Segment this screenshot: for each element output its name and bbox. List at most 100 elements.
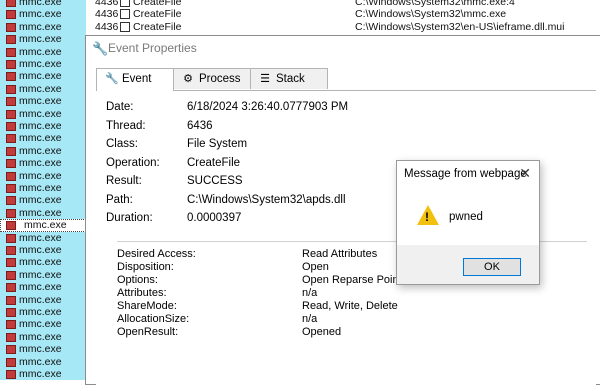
process-name: mmc.exe bbox=[19, 0, 62, 8]
file-system-icon bbox=[120, 21, 130, 32]
process-cell: mmc.exe bbox=[0, 244, 86, 257]
process-icon bbox=[6, 345, 16, 355]
field-value: CreateFile bbox=[187, 156, 241, 169]
stack-icon: ☰ bbox=[260, 73, 270, 85]
warning-mark: ! bbox=[425, 210, 429, 224]
process-name: mmc.exe bbox=[19, 33, 62, 46]
process-name: mmc.exe bbox=[19, 355, 62, 368]
process-cell: mmc.exe bbox=[0, 70, 86, 83]
process-cell: mmc.exe bbox=[0, 231, 86, 244]
tab-label: Process bbox=[199, 73, 241, 85]
list-row[interactable]: mmc.exe 4436 CreateFile C:\Windows\System32… bbox=[0, 8, 600, 21]
process-icon bbox=[6, 270, 16, 280]
process-name: mmc.exe bbox=[19, 330, 62, 343]
tab-label: Stack bbox=[276, 73, 305, 85]
process-icon bbox=[6, 97, 16, 107]
process-name: mmc.exe bbox=[19, 70, 62, 83]
file-system-icon bbox=[120, 9, 130, 20]
field-value: 6/18/2024 3:26:40.0777903 PM bbox=[187, 101, 349, 113]
dialog-body: ! pwned bbox=[397, 187, 539, 245]
process-cell: mmc.exe bbox=[0, 368, 86, 381]
field-value: File System bbox=[187, 138, 248, 150]
process-cell: mmc.exe bbox=[0, 144, 86, 158]
field-label: Duration: bbox=[106, 212, 153, 224]
process-icon bbox=[6, 184, 16, 193]
detail-value: n/a bbox=[302, 287, 318, 299]
process-cell: mmc.exe bbox=[0, 58, 86, 71]
detail-value: Opened bbox=[302, 326, 342, 338]
ok-button[interactable]: OK bbox=[463, 258, 521, 276]
process-name: mmc.exe bbox=[19, 293, 62, 306]
wrench-icon: 🔧 bbox=[92, 41, 109, 56]
process-icon bbox=[6, 134, 16, 144]
list-row[interactable]: mmc.exe 4436 CreateFile C:\Windows\System32… bbox=[0, 20, 600, 34]
detail-value: Open Reparse Point bbox=[302, 274, 402, 286]
process-cell: mmc.exe bbox=[0, 169, 86, 182]
process-cell: mmc.exe bbox=[0, 306, 86, 319]
process-icon bbox=[6, 320, 16, 330]
process-name: mmc.exe bbox=[19, 343, 62, 356]
process-cell: mmc.exe bbox=[0, 330, 86, 344]
tab-stack[interactable]: ☰ Stack bbox=[250, 68, 328, 89]
process-icon bbox=[6, 308, 16, 317]
wrench-icon: 🔧 bbox=[105, 73, 119, 85]
process-cell: mmc.exe bbox=[0, 281, 86, 294]
detail-value: Read, Write, Delete bbox=[302, 300, 398, 312]
process-icon bbox=[6, 295, 16, 305]
event-properties-titlebar[interactable]: 🔧 Event Properties bbox=[86, 36, 600, 60]
process-name: mmc.exe bbox=[24, 219, 67, 232]
field-value: C:\Windows\System32\apds.dll bbox=[187, 193, 346, 206]
process-name: mmc.exe bbox=[19, 157, 62, 170]
gear-icon: ⚙ bbox=[183, 73, 193, 85]
window-title: Event Properties bbox=[108, 41, 197, 55]
process-cell: mmc.exe bbox=[0, 0, 86, 9]
process-icon bbox=[6, 72, 16, 82]
process-icon bbox=[6, 0, 16, 7]
field-value: 6436 bbox=[187, 119, 213, 132]
close-icon[interactable]: ✕ bbox=[519, 165, 531, 182]
process-icon bbox=[6, 370, 16, 379]
process-icon bbox=[6, 109, 16, 119]
operation-cell: CreateFile bbox=[133, 0, 182, 8]
process-name: mmc.exe bbox=[19, 244, 62, 256]
process-name: mmc.exe bbox=[19, 256, 62, 269]
detail-label: Desired Access: bbox=[117, 248, 196, 260]
list-row[interactable]: mmc.exe 4436 CreateFile C:\Windows\System32… bbox=[0, 0, 600, 9]
process-cell: mmc.exe bbox=[0, 132, 86, 145]
detail-label: Disposition: bbox=[117, 261, 174, 273]
process-icon bbox=[6, 208, 16, 218]
process-name: mmc.exe bbox=[19, 120, 62, 132]
pid-cell: 4436 bbox=[95, 8, 119, 21]
detail-label: Options: bbox=[117, 274, 158, 286]
process-cell: mmc.exe bbox=[0, 157, 86, 170]
process-name: mmc.exe bbox=[19, 132, 62, 145]
process-icon bbox=[6, 283, 16, 293]
tab-process[interactable]: ⚙ Process bbox=[173, 68, 251, 89]
dialog-title: Message from webpage bbox=[404, 168, 527, 180]
process-cell: mmc.exe bbox=[0, 33, 86, 46]
detail-value: Open bbox=[302, 261, 329, 273]
process-icon bbox=[6, 196, 16, 206]
tab-event[interactable]: 🔧 Event bbox=[96, 68, 174, 91]
process-icon bbox=[6, 357, 16, 367]
process-cell: mmc.exe bbox=[0, 343, 86, 356]
process-icon bbox=[6, 159, 16, 169]
process-cell: mmc.exe bbox=[0, 194, 86, 207]
process-icon bbox=[6, 47, 16, 57]
field-label: Thread: bbox=[106, 119, 146, 132]
dialog-message: pwned bbox=[449, 211, 483, 223]
process-name: mmc.exe bbox=[19, 169, 62, 182]
process-name: mmc.exe bbox=[19, 82, 62, 95]
detail-label: Attributes: bbox=[117, 287, 167, 299]
process-name: mmc.exe bbox=[19, 206, 62, 219]
process-cell: mmc.exe bbox=[0, 206, 86, 220]
pid-cell: 4436 bbox=[95, 0, 119, 8]
process-cell: mmc.exe bbox=[0, 293, 86, 306]
process-cell: mmc.exe bbox=[0, 355, 86, 368]
detail-label: AllocationSize: bbox=[117, 313, 190, 325]
dialog-titlebar[interactable]: Message from webpage ✕ bbox=[397, 161, 539, 187]
detail-label: OpenResult: bbox=[117, 326, 179, 338]
process-cell: mmc.exe bbox=[0, 45, 86, 58]
process-name: mmc.exe bbox=[19, 306, 62, 318]
process-name: mmc.exe bbox=[19, 368, 62, 380]
